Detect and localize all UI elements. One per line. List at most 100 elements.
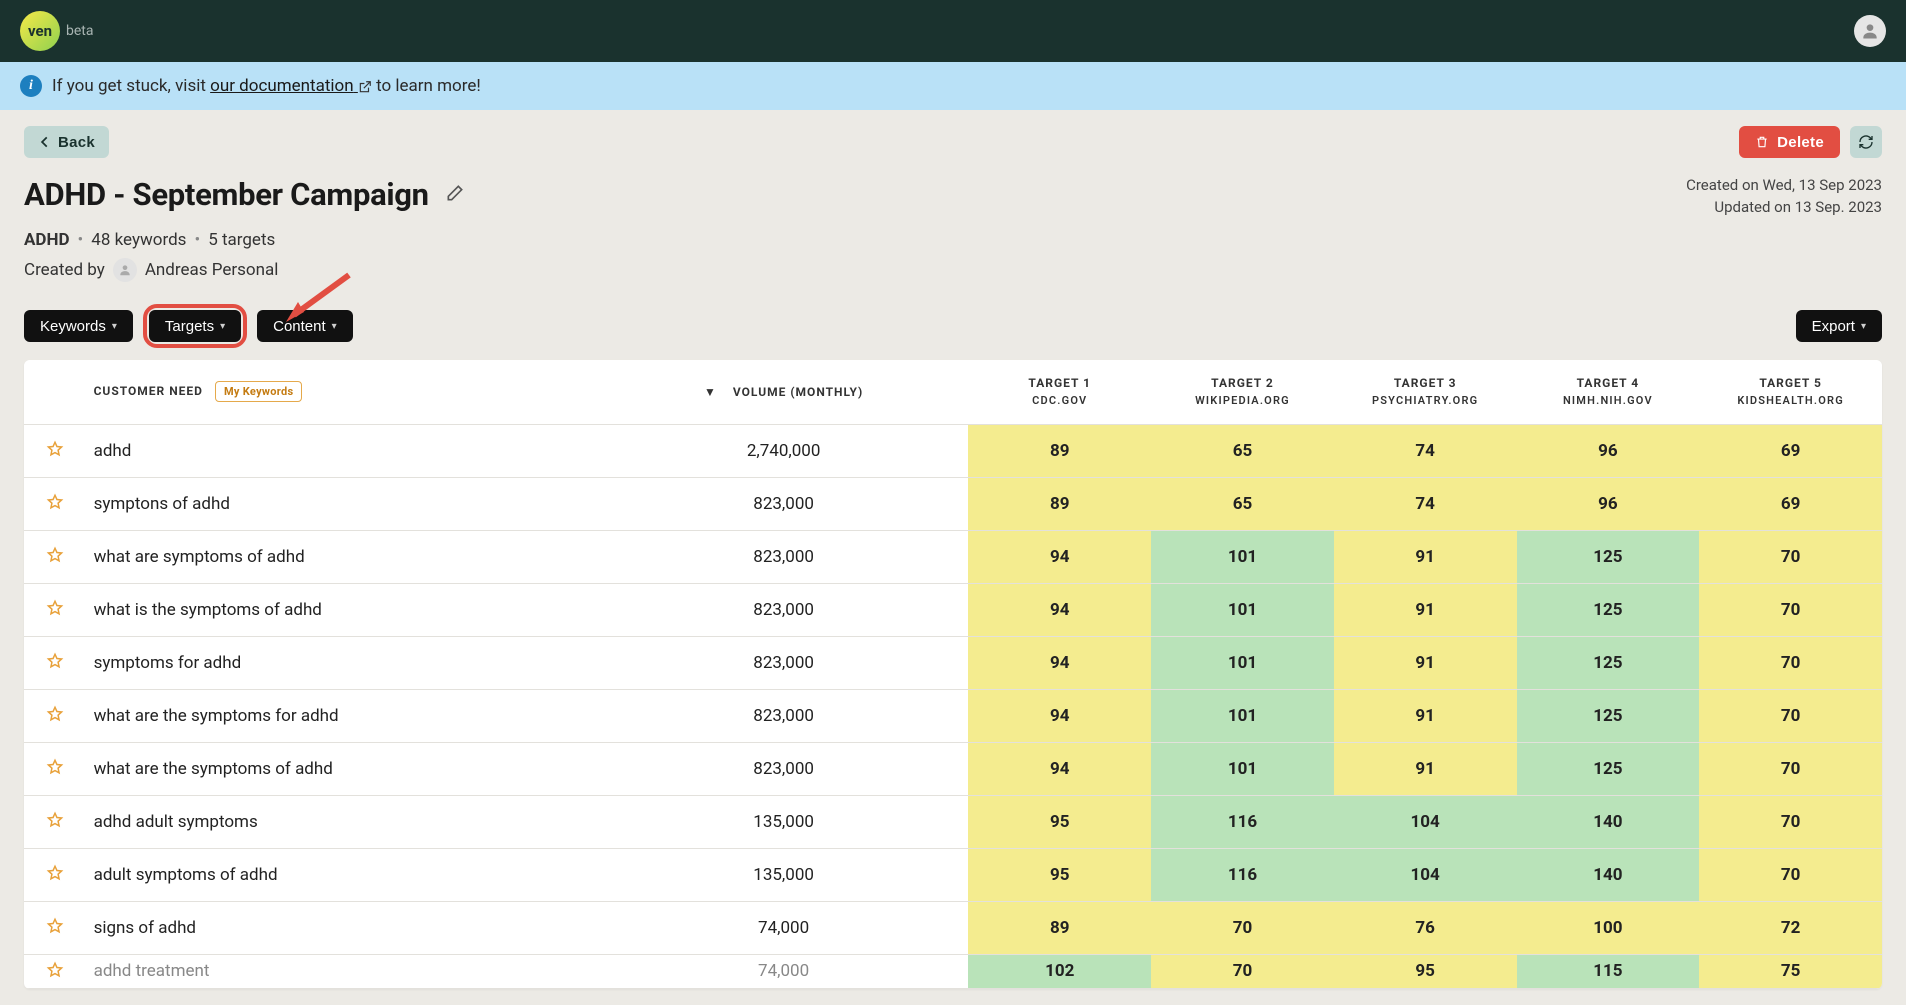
table-row[interactable]: signs of adhd74,00089707610072 xyxy=(24,901,1882,954)
table-row[interactable]: adhd2,740,0008965749669 xyxy=(24,424,1882,477)
score-cell: 70 xyxy=(1699,742,1882,795)
volume-cell: 2,740,000 xyxy=(599,424,969,477)
volume-cell: 823,000 xyxy=(599,636,969,689)
score-cell: 70 xyxy=(1699,583,1882,636)
score-cell: 95 xyxy=(1334,954,1517,988)
col-volume[interactable]: ▼ VOLUME (MONTHLY) xyxy=(599,360,969,424)
export-dropdown[interactable]: Export▾ xyxy=(1796,310,1882,342)
score-cell: 75 xyxy=(1699,954,1882,988)
col-target-3[interactable]: TARGET 3PSYCHIATRY.ORG xyxy=(1334,360,1517,424)
score-cell: 91 xyxy=(1334,742,1517,795)
updated-on: Updated on 13 Sep. 2023 xyxy=(1686,198,1882,216)
table-row[interactable]: what are the symptoms of adhd823,0009410… xyxy=(24,742,1882,795)
score-cell: 89 xyxy=(968,477,1151,530)
keyword-cell: what are the symptoms of adhd xyxy=(86,742,599,795)
volume-cell: 823,000 xyxy=(599,689,969,742)
info-icon: i xyxy=(20,75,42,97)
score-cell: 74 xyxy=(1334,477,1517,530)
star-button[interactable] xyxy=(40,955,70,988)
score-cell: 125 xyxy=(1517,689,1700,742)
star-button[interactable] xyxy=(40,434,70,467)
top-navbar: ven beta xyxy=(0,0,1906,62)
star-button[interactable] xyxy=(40,646,70,679)
table-row[interactable]: symptoms for adhd823,000941019112570 xyxy=(24,636,1882,689)
score-cell: 125 xyxy=(1517,742,1700,795)
subtitle: ADHD • 48 keywords • 5 targets xyxy=(24,230,1882,250)
created-on: Created on Wed, 13 Sep 2023 xyxy=(1686,176,1882,194)
score-cell: 140 xyxy=(1517,795,1700,848)
targets-dropdown[interactable]: Targets▾ xyxy=(149,310,241,342)
star-button[interactable] xyxy=(40,487,70,520)
table-row[interactable]: symptons of adhd823,0008965749669 xyxy=(24,477,1882,530)
score-cell: 69 xyxy=(1699,477,1882,530)
author-avatar xyxy=(113,258,137,282)
score-cell: 65 xyxy=(1151,477,1334,530)
score-cell: 101 xyxy=(1151,583,1334,636)
score-cell: 125 xyxy=(1517,530,1700,583)
score-cell: 70 xyxy=(1699,848,1882,901)
table-row[interactable]: what are the symptoms for adhd823,000941… xyxy=(24,689,1882,742)
score-cell: 101 xyxy=(1151,742,1334,795)
logo[interactable]: ven beta xyxy=(20,11,93,51)
target-count: 5 targets xyxy=(208,230,275,250)
keyword-cell: what are the symptoms for adhd xyxy=(86,689,599,742)
score-cell: 104 xyxy=(1334,795,1517,848)
keyword-cell: adult symptoms of adhd xyxy=(86,848,599,901)
table-row[interactable]: adhd treatment74,000102709511575 xyxy=(24,954,1882,988)
score-cell: 94 xyxy=(968,636,1151,689)
star-button[interactable] xyxy=(40,593,70,626)
score-cell: 70 xyxy=(1699,530,1882,583)
volume-cell: 823,000 xyxy=(599,530,969,583)
score-cell: 70 xyxy=(1151,954,1334,988)
volume-cell: 135,000 xyxy=(599,848,969,901)
score-cell: 101 xyxy=(1151,689,1334,742)
col-target-4[interactable]: TARGET 4NIMH.NIH.GOV xyxy=(1517,360,1700,424)
documentation-link[interactable]: our documentation xyxy=(210,76,372,96)
table-row[interactable]: what is the symptoms of adhd823,00094101… xyxy=(24,583,1882,636)
delete-button[interactable]: Delete xyxy=(1739,126,1840,158)
score-cell: 94 xyxy=(968,689,1151,742)
keyword-cell: symptons of adhd xyxy=(86,477,599,530)
score-cell: 76 xyxy=(1334,901,1517,954)
page-title: ADHD - September Campaign xyxy=(24,176,429,213)
col-target-2[interactable]: TARGET 2WIKIPEDIA.ORG xyxy=(1151,360,1334,424)
star-button[interactable] xyxy=(40,752,70,785)
score-cell: 72 xyxy=(1699,901,1882,954)
col-target-5[interactable]: TARGET 5KIDSHEALTH.ORG xyxy=(1699,360,1882,424)
star-button[interactable] xyxy=(40,699,70,732)
table-row[interactable]: adult symptoms of adhd135,00095116104140… xyxy=(24,848,1882,901)
score-cell: 95 xyxy=(968,795,1151,848)
external-link-icon xyxy=(358,80,372,94)
score-cell: 94 xyxy=(968,742,1151,795)
refresh-button[interactable] xyxy=(1850,126,1882,158)
arrow-left-icon xyxy=(38,135,52,149)
score-cell: 70 xyxy=(1699,636,1882,689)
author-name: Andreas Personal xyxy=(145,260,279,280)
score-cell: 89 xyxy=(968,424,1151,477)
table-row[interactable]: adhd adult symptoms135,0009511610414070 xyxy=(24,795,1882,848)
star-button[interactable] xyxy=(40,858,70,891)
user-avatar[interactable] xyxy=(1854,15,1886,47)
score-cell: 125 xyxy=(1517,583,1700,636)
my-keywords-badge[interactable]: My Keywords xyxy=(215,381,303,402)
keyword-cell: symptoms for adhd xyxy=(86,636,599,689)
score-cell: 102 xyxy=(968,954,1151,988)
col-target-1[interactable]: TARGET 1CDC.GOV xyxy=(968,360,1151,424)
score-cell: 101 xyxy=(1151,530,1334,583)
info-text: If you get stuck, visit our documentatio… xyxy=(52,76,481,96)
score-cell: 94 xyxy=(968,530,1151,583)
score-cell: 89 xyxy=(968,901,1151,954)
beta-label: beta xyxy=(66,23,93,39)
created-by-label: Created by xyxy=(24,260,105,280)
star-button[interactable] xyxy=(40,805,70,838)
back-button[interactable]: Back xyxy=(24,126,109,158)
table-row[interactable]: what are symptoms of adhd823,00094101911… xyxy=(24,530,1882,583)
keywords-dropdown[interactable]: Keywords▾ xyxy=(24,310,133,342)
arrow-annotation xyxy=(284,270,354,330)
col-customer-need[interactable]: CUSTOMER NEED My Keywords xyxy=(86,360,599,424)
score-cell: 70 xyxy=(1699,689,1882,742)
edit-title-button[interactable] xyxy=(441,179,469,210)
star-button[interactable] xyxy=(40,911,70,944)
sort-desc-icon: ▼ xyxy=(704,385,717,399)
star-button[interactable] xyxy=(40,540,70,573)
